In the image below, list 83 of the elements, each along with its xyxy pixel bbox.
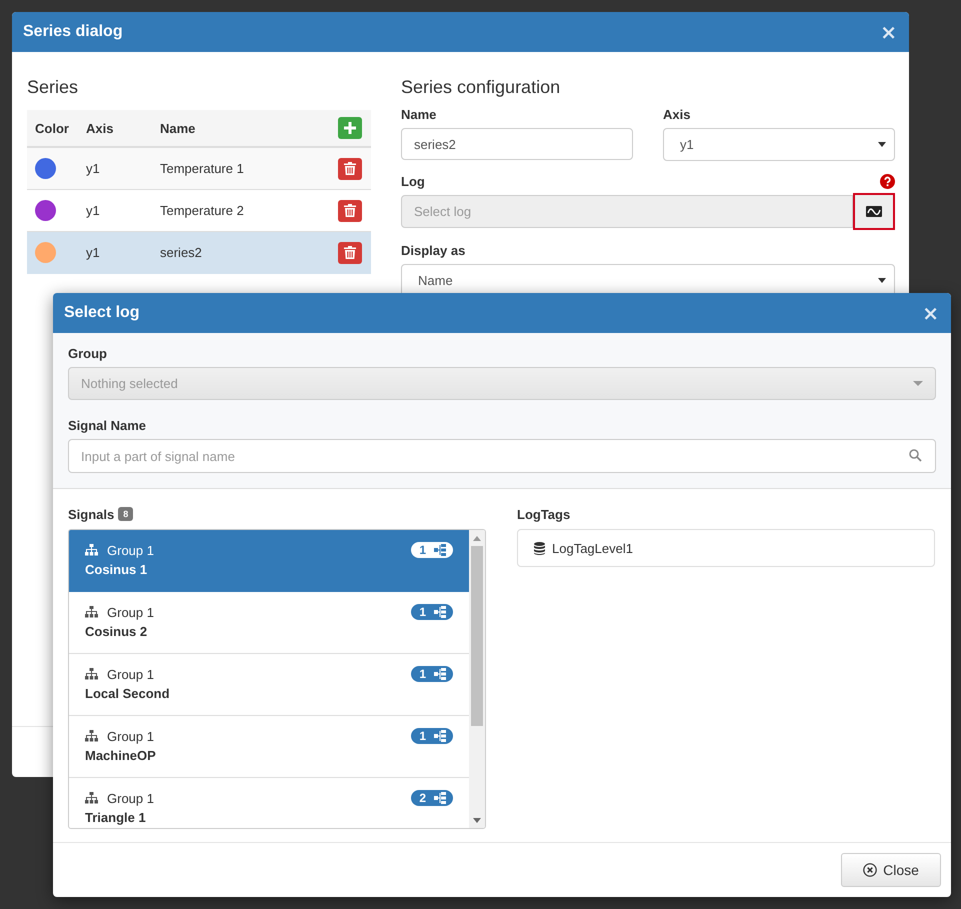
- column-header: Axis: [86, 120, 114, 136]
- tree-icon: [434, 544, 447, 556]
- tree-icon: [434, 606, 447, 618]
- caret-icon: [878, 278, 886, 283]
- tree-icon: [434, 730, 447, 742]
- column-header: Name: [160, 120, 196, 136]
- signal-item[interactable]: Group 1 1 Cosinus 1: [69, 530, 469, 592]
- group-name: Group 1: [107, 666, 155, 682]
- table-cell-text: y1: [86, 161, 101, 176]
- signal-name: Triangle 1: [85, 810, 147, 825]
- table-cell-text: Temperature 1: [160, 161, 245, 176]
- hierarchy-icon: [85, 792, 98, 804]
- close-circle-icon: [863, 863, 878, 877]
- search-icon: [909, 449, 922, 462]
- field-label: Signal Name: [68, 418, 148, 433]
- hierarchy-icon: [85, 544, 98, 556]
- signal-name: MachineOP: [85, 748, 157, 763]
- caret-icon: [913, 381, 923, 386]
- tree-icon: [434, 668, 447, 680]
- scroll-up-icon[interactable]: [473, 536, 481, 541]
- field-label: Display as: [401, 243, 466, 258]
- delete-button[interactable]: [338, 242, 362, 264]
- delete-button[interactable]: [338, 158, 362, 180]
- table-cell-text: series2: [160, 245, 203, 260]
- field-label: Log: [401, 174, 425, 189]
- section-heading: Series: [27, 76, 80, 98]
- trash-icon: [344, 246, 356, 259]
- close-button[interactable]: Close: [841, 853, 941, 887]
- wave-icon: [866, 206, 882, 217]
- scrollbar-thumb[interactable]: [471, 546, 483, 726]
- scroll-down-icon[interactable]: [473, 818, 481, 823]
- group-name: Group 1: [107, 542, 155, 558]
- column-header: Color: [35, 120, 70, 136]
- list-label: Signals: [68, 506, 114, 522]
- field-label: Axis: [663, 107, 692, 122]
- trash-icon: [344, 204, 356, 217]
- signal-item[interactable]: Group 1 1 Cosinus 2: [69, 592, 469, 654]
- table-row[interactable]: y1 series2: [27, 232, 371, 274]
- group-name: Group 1: [107, 728, 155, 744]
- search-field[interactable]: Input a part of signal name: [68, 439, 936, 473]
- select-log-button[interactable]: [853, 193, 895, 230]
- delete-button[interactable]: [338, 200, 362, 222]
- signal-name: Cosinus 2: [85, 624, 148, 639]
- count-badge: 1: [411, 604, 453, 620]
- group-name: Group 1: [107, 790, 155, 806]
- scrollbar[interactable]: [469, 530, 485, 828]
- dialog-title: Select log: [64, 304, 140, 322]
- help-icon[interactable]: [880, 174, 895, 189]
- table-cell-text: y1: [86, 203, 101, 218]
- hierarchy-icon: [85, 668, 98, 680]
- field-label: Name: [401, 107, 438, 122]
- signal-name: Local Second: [85, 686, 171, 701]
- close-button[interactable]: ×: [878, 22, 899, 42]
- axis-select[interactable]: y1: [663, 128, 895, 161]
- field-label: Group: [68, 346, 108, 361]
- table-cell-text: y1: [86, 245, 101, 260]
- table-row[interactable]: y1 Temperature 1: [27, 148, 371, 190]
- count-badge: 1: [411, 666, 453, 682]
- section-heading: Series configuration: [401, 76, 562, 98]
- table-cell-text: Temperature 2: [160, 203, 245, 218]
- name-field[interactable]: series2: [401, 128, 633, 160]
- caret-icon: [878, 142, 886, 147]
- tree-icon: [434, 792, 447, 804]
- count-badge: 2: [411, 790, 453, 806]
- signal-item[interactable]: Group 1 1 MachineOP: [69, 716, 469, 778]
- signal-item[interactable]: Group 1 2 Triangle 1: [69, 778, 469, 828]
- logtag-item[interactable]: LogTagLevel1: [518, 530, 934, 566]
- add-button[interactable]: [338, 117, 362, 139]
- hierarchy-icon: [85, 730, 98, 742]
- trash-icon: [344, 162, 356, 175]
- close-button[interactable]: ×: [920, 303, 941, 323]
- list-label: LogTags: [517, 506, 570, 522]
- hierarchy-icon: [85, 606, 98, 618]
- signal-item[interactable]: Group 1 1 Local Second: [69, 654, 469, 716]
- count-badge: 1: [411, 728, 453, 744]
- logtag-name: LogTagLevel1: [552, 540, 633, 556]
- dialog-title: Series dialog: [23, 23, 123, 41]
- count-badge: 8: [118, 507, 134, 521]
- group-name: Group 1: [107, 604, 155, 620]
- database-icon: [534, 542, 545, 554]
- signal-name: Cosinus 1: [85, 562, 148, 577]
- plus-icon: [344, 122, 356, 134]
- count-badge: 1: [411, 542, 453, 558]
